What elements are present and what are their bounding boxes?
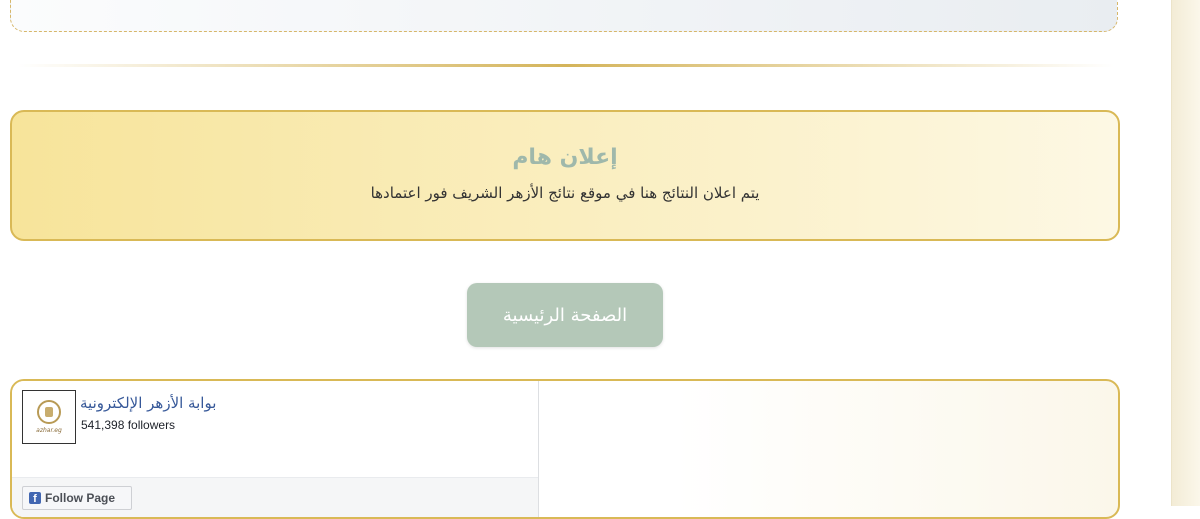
facebook-card: azhar.eg بوابة الأزهر الإلكترونية 541,39… (10, 379, 1120, 519)
facebook-plugin-footer: f Follow Page (12, 477, 538, 517)
azhar-seal-icon (37, 400, 61, 424)
followers-count: 541,398 followers (81, 418, 176, 432)
facebook-icon: f (29, 492, 41, 504)
follow-page-label: Follow Page (45, 491, 116, 505)
top-dashed-panel (10, 0, 1118, 32)
facebook-page-name-link[interactable]: بوابة الأزهر الإلكترونية (80, 394, 216, 412)
facebook-page-plugin: azhar.eg بوابة الأزهر الإلكترونية 541,39… (12, 381, 539, 517)
notice-title: إعلان هام (512, 145, 618, 170)
home-page-button[interactable]: الصفحة الرئيسية (467, 283, 663, 347)
important-notice-box: إعلان هام يتم اعلان النتائج هنا في موقع … (10, 110, 1120, 241)
logo-caption: azhar.eg (36, 427, 62, 434)
gold-divider (18, 64, 1114, 67)
right-side-strip (1171, 0, 1200, 506)
follow-page-button[interactable]: f Follow Page (22, 486, 132, 510)
notice-text: يتم اعلان النتائج هنا في موقع نتائج الأز… (370, 184, 760, 202)
azhar-logo[interactable]: azhar.eg (22, 390, 76, 444)
